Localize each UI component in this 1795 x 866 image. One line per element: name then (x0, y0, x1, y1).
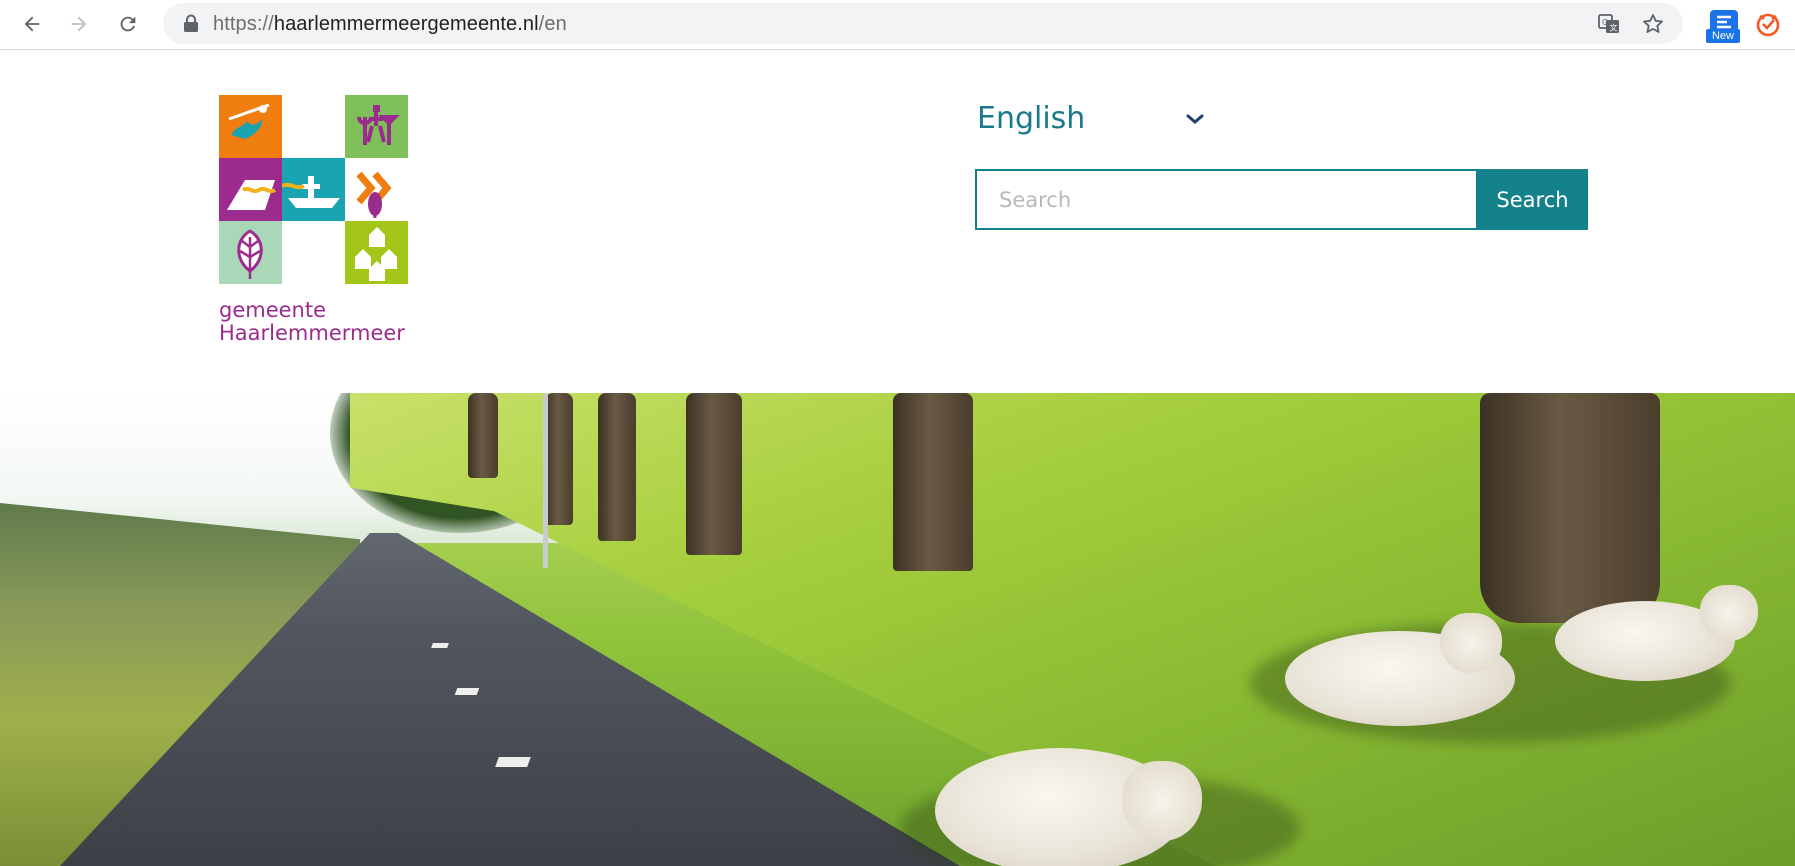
logo-tile-leaf (219, 221, 282, 284)
back-icon (24, 16, 40, 32)
logo-tile-lion (219, 95, 282, 158)
road-marking (495, 757, 531, 767)
url-path: /en (538, 13, 567, 35)
tree-trunk (545, 393, 573, 525)
site-header: gemeente Haarlemmermeer English Search (0, 51, 1795, 393)
svg-text:G: G (1602, 18, 1608, 27)
chevron-down-icon (1186, 114, 1204, 124)
lock-icon (184, 14, 198, 32)
sheep-head (1440, 613, 1502, 673)
url-text: https://haarlemmermeergemeente.nl/en (213, 13, 567, 36)
reload-button[interactable] (112, 8, 144, 40)
translate-icon[interactable]: G文 (1597, 12, 1621, 36)
reload-icon (120, 16, 136, 32)
language-selected-value: English (977, 101, 1086, 136)
tree-trunk (598, 393, 636, 541)
back-button[interactable] (16, 8, 48, 40)
forward-button[interactable] (63, 8, 95, 40)
extension-new-badge: New (1706, 29, 1740, 43)
road-marking (431, 643, 449, 648)
star-icon[interactable] (1641, 12, 1665, 36)
hero-photo (0, 393, 1795, 866)
logo-line-1: gemeente (219, 298, 327, 322)
logo-tile-blank-2 (282, 221, 345, 284)
address-bar[interactable]: https://haarlemmermeergemeente.nl/en G文 (163, 3, 1683, 44)
logo-line-2: Haarlemmermeer (219, 321, 405, 345)
logo-tile-houses (345, 221, 408, 284)
logo-wordmark: gemeente Haarlemmermeer (219, 299, 405, 345)
language-select[interactable]: English (975, 99, 1215, 139)
tree-trunk (468, 393, 498, 478)
logo-tile-blank-1 (282, 95, 345, 158)
tree-trunk (893, 393, 973, 571)
svg-text:文: 文 (1610, 23, 1618, 33)
tampermonkey-icon[interactable] (1754, 10, 1782, 38)
road-marking (454, 688, 480, 695)
forward-icon (71, 16, 87, 32)
lamp-post (543, 393, 548, 568)
browser-toolbar: https://haarlemmermeergemeente.nl/en G文 … (0, 0, 1795, 50)
municipality-logo[interactable] (219, 95, 409, 285)
tree-trunk (686, 393, 742, 555)
sheep-head (1122, 761, 1202, 841)
sheep-head (1700, 585, 1758, 641)
search-button[interactable]: Search (1477, 169, 1588, 230)
logo-tile-polder (219, 158, 282, 221)
logo-tile-ship (281, 158, 345, 221)
tree-trunk (1480, 393, 1660, 623)
logo-tile-tools (345, 95, 408, 158)
url-host: haarlemmermeergemeente.nl (273, 13, 539, 35)
url-scheme: https:// (213, 13, 274, 35)
search-input[interactable] (975, 169, 1478, 230)
logo-tile-arrows (345, 158, 408, 221)
